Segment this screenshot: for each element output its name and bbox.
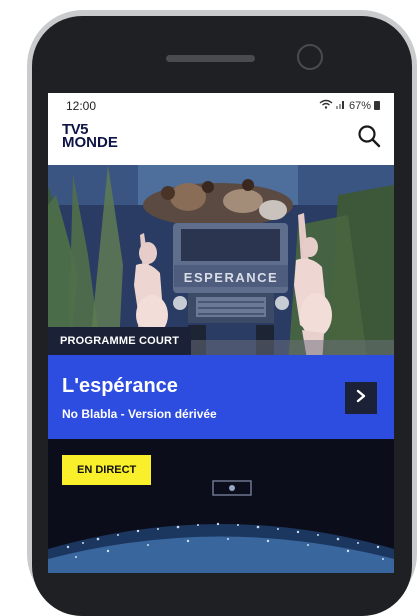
live-section[interactable]: EN DIRECT	[48, 439, 394, 573]
featured-card[interactable]: L'espérance No Blabla - Version dérivée	[48, 355, 394, 439]
status-indicators: 67%	[319, 99, 380, 112]
truck-lettering: ESPERANCE	[184, 270, 278, 285]
battery-level: 67%	[348, 99, 371, 112]
featured-subtitle: No Blabla - Version dérivée	[62, 407, 217, 421]
tv5monde-logo[interactable]: TV5 MONDE	[62, 122, 118, 151]
app-bar: TV5 MONDE	[48, 115, 394, 165]
battery-icon	[374, 101, 380, 110]
chevron-right-icon	[355, 389, 367, 408]
category-badge: PROGRAMME COURT	[48, 327, 192, 355]
status-bar: 12:00 67%	[48, 93, 394, 115]
signal-icon	[335, 99, 346, 112]
phone-screen: 12:00 67% TV5 MONDE ESPERANCE PROGRAMME …	[48, 93, 394, 573]
open-program-button[interactable]	[345, 382, 377, 414]
status-time: 12:00	[66, 99, 97, 113]
logo-line-2: MONDE	[62, 134, 118, 151]
wifi-icon	[319, 99, 333, 112]
phone-speaker	[166, 55, 255, 62]
featured-title: L'espérance	[62, 375, 178, 397]
search-icon[interactable]	[356, 123, 382, 149]
phone-camera	[297, 44, 323, 70]
live-badge[interactable]: EN DIRECT	[62, 455, 152, 485]
